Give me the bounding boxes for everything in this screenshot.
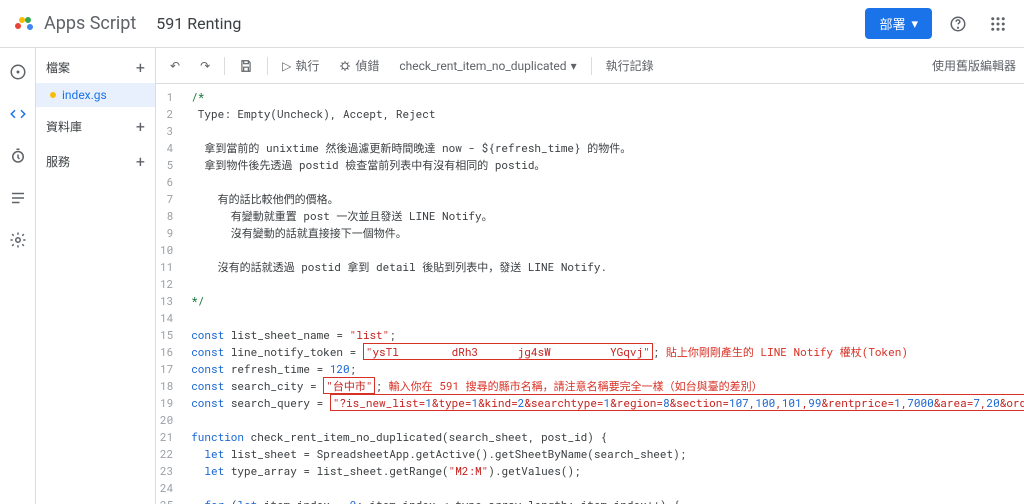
execution-log-button[interactable]: 執行記錄: [600, 53, 660, 78]
line-gutter: 1 2 3 4 5 6 7 8 9 10 11 12 13 14 15 16 1…: [156, 84, 183, 504]
file-index-gs[interactable]: index.gs: [36, 83, 155, 107]
apps-script-logo: [12, 12, 36, 36]
file-modified-dot-icon: [50, 92, 56, 98]
code-content[interactable]: /* Type: Empty(Uncheck), Accept, Reject …: [183, 84, 1024, 504]
rail-executions-icon[interactable]: [4, 184, 32, 212]
rail-overview-icon[interactable]: [4, 58, 32, 86]
add-service-button[interactable]: +: [136, 152, 145, 171]
function-select[interactable]: check_rent_item_no_duplicated ▾: [393, 55, 582, 77]
main: 檔案 + index.gs 資料庫 + 服務 + ↶ ↷: [0, 48, 1024, 504]
chevron-down-icon: ▾: [911, 16, 918, 32]
brand-name: Apps Script: [44, 13, 136, 34]
add-file-button[interactable]: +: [136, 58, 145, 77]
libs-section-header: 資料庫 +: [36, 111, 155, 142]
add-lib-button[interactable]: +: [136, 117, 145, 136]
save-button[interactable]: [233, 55, 259, 77]
left-rail: [0, 48, 36, 504]
run-button[interactable]: ▷ 執行: [276, 53, 325, 78]
undo-button[interactable]: ↶: [164, 55, 186, 77]
side-panel: 檔案 + index.gs 資料庫 + 服務 +: [36, 48, 156, 504]
rail-settings-icon[interactable]: [4, 226, 32, 254]
deploy-button[interactable]: 部署 ▾: [865, 8, 932, 39]
help-icon[interactable]: [944, 10, 972, 38]
debug-button[interactable]: 偵錯: [333, 53, 385, 78]
redo-button[interactable]: ↷: [194, 55, 216, 77]
files-section-header: 檔案 +: [36, 52, 155, 83]
editor-toolbar: ↶ ↷ ▷ 執行 偵錯 check_rent_item_no_duplicate…: [156, 48, 1024, 84]
services-section-header: 服務 +: [36, 146, 155, 177]
project-title[interactable]: 591 Renting: [156, 14, 241, 33]
code-editor[interactable]: 1 2 3 4 5 6 7 8 9 10 11 12 13 14 15 16 1…: [156, 84, 1024, 504]
rail-triggers-icon[interactable]: [4, 142, 32, 170]
rail-editor-icon[interactable]: [4, 100, 32, 128]
apps-grid-icon[interactable]: [984, 10, 1012, 38]
legacy-editor-link[interactable]: 使用舊版編輯器: [932, 57, 1016, 74]
app-header: Apps Script 591 Renting 部署 ▾: [0, 0, 1024, 48]
editor-area: ↶ ↷ ▷ 執行 偵錯 check_rent_item_no_duplicate…: [156, 48, 1024, 504]
